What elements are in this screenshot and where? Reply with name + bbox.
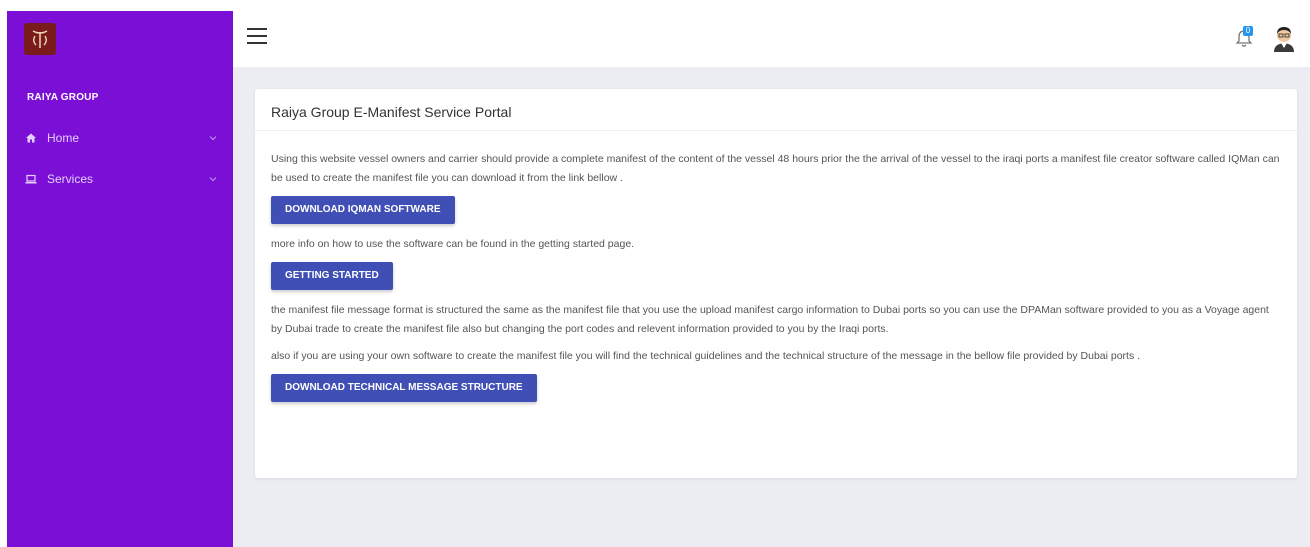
sidebar-item-services[interactable]: Services: [7, 158, 233, 199]
notification-bell-icon[interactable]: 0: [1235, 26, 1255, 50]
laptop-icon: [25, 173, 37, 185]
notification-badge: 0: [1243, 26, 1253, 36]
format-paragraph: the manifest file message format is stru…: [271, 304, 1269, 335]
logo-bar: [7, 11, 233, 67]
info-paragraph: more info on how to use the software can…: [271, 238, 635, 250]
portal-card: Raiya Group E-Manifest Service Portal Us…: [255, 89, 1297, 478]
user-avatar[interactable]: [1271, 24, 1297, 52]
card-title: Raiya Group E-Manifest Service Portal: [255, 89, 1297, 131]
chevron-down-icon: [208, 174, 218, 184]
menu-toggle-icon[interactable]: [247, 28, 267, 46]
guidelines-paragraph: also if you are using your own software …: [271, 350, 1141, 362]
raiya-logo-icon[interactable]: [24, 23, 56, 55]
brand-name: RAIYA GROUP: [27, 92, 99, 103]
card-body: Using this website vessel owners and car…: [255, 131, 1297, 413]
download-structure-button[interactable]: DOWNLOAD TECHNICAL MESSAGE STRUCTURE: [271, 374, 537, 402]
sidebar-item-label: Services: [47, 171, 94, 186]
getting-started-button[interactable]: GETTING STARTED: [271, 262, 393, 290]
home-icon: [25, 132, 37, 144]
main-content: Raiya Group E-Manifest Service Portal Us…: [233, 67, 1310, 547]
sidebar-item-label: Home: [47, 130, 80, 145]
intro-paragraph: Using this website vessel owners and car…: [271, 153, 1280, 184]
sidebar: RAIYA GROUP Home Services: [7, 11, 233, 547]
chevron-down-icon: [208, 133, 218, 143]
sidebar-item-home[interactable]: Home: [7, 117, 233, 158]
download-iqman-button[interactable]: DOWNLOAD IQMAN SOFTWARE: [271, 196, 455, 224]
top-bar: 0: [233, 11, 1310, 67]
